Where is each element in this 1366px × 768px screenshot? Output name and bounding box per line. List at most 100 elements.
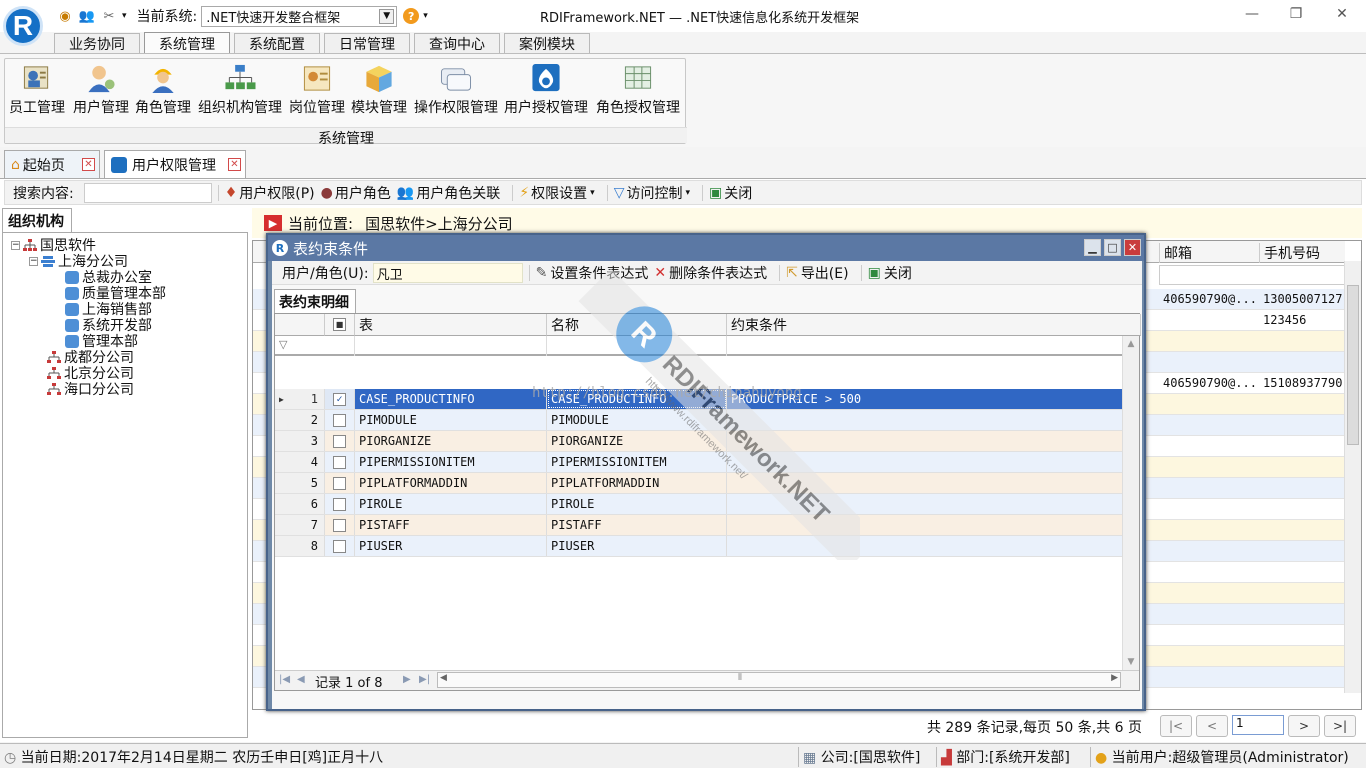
select-all-header[interactable]: ■ — [325, 314, 355, 336]
role-admin-button[interactable]: 角色管理 — [133, 61, 193, 117]
scroll-down-icon[interactable]: ▼ — [1123, 654, 1139, 670]
vertical-scrollbar[interactable]: ▲ ▼ — [1122, 336, 1139, 670]
module-admin-button[interactable]: 模块管理 — [349, 61, 409, 117]
prev-page-button[interactable]: < — [1196, 715, 1228, 737]
scroll-grip-icon[interactable]: ⦀ — [738, 673, 742, 683]
row-checkbox-cell[interactable] — [325, 431, 355, 451]
row-checkbox-cell[interactable]: ✓ — [325, 389, 355, 409]
last-record-icon[interactable]: ▶| — [419, 674, 430, 685]
table-row[interactable]: 8 PIUSER PIUSER — [275, 536, 1123, 557]
close-button[interactable]: ▣ 关闭 — [709, 183, 752, 203]
table-row[interactable]: 3 PIORGANIZE PIORGANIZE — [275, 431, 1123, 452]
dialog-toolbar-close-button[interactable]: ▣ 关闭 — [868, 263, 912, 283]
chevron-down-icon[interactable]: ▼ — [379, 8, 395, 24]
ribbon-tab-system-admin[interactable]: 系统管理 — [144, 32, 230, 54]
delete-expression-button[interactable]: ✕ 删除条件表达式 — [654, 263, 767, 283]
filter-row[interactable]: ▽ — [275, 336, 1123, 356]
dialog-title-bar[interactable]: R 表约束条件 — [268, 235, 1144, 261]
row-checkbox-cell[interactable] — [325, 473, 355, 493]
next-page-button[interactable]: > — [1288, 715, 1320, 737]
ribbon-tab-query[interactable]: 查询中心 — [414, 33, 500, 53]
operation-perm-button[interactable]: 操作权限管理 — [413, 61, 499, 117]
user-role-button[interactable]: ● 用户角色 — [321, 183, 391, 203]
next-record-icon[interactable]: ▶ — [403, 674, 411, 685]
row-checkbox[interactable] — [333, 497, 346, 511]
maximize-button[interactable]: ❐ — [1286, 6, 1306, 24]
filter-cell[interactable] — [547, 336, 727, 356]
vertical-scrollbar[interactable] — [1344, 261, 1361, 693]
row-checkbox-cell[interactable] — [325, 515, 355, 535]
last-page-button[interactable]: >| — [1324, 715, 1356, 737]
chevron-down-icon[interactable]: ▾ — [122, 11, 127, 21]
scroll-left-icon[interactable]: ◀ — [440, 673, 447, 683]
table-row[interactable]: 4 PIPERMISSIONITEM PIPERMISSIONITEM — [275, 452, 1123, 473]
row-checkbox[interactable] — [333, 539, 346, 553]
column-header-name[interactable]: 名称 — [547, 314, 727, 336]
search-input[interactable] — [83, 182, 212, 203]
chevron-down-icon[interactable]: ▾ — [423, 11, 428, 21]
detail-tab[interactable]: 表约束明细 — [274, 289, 356, 313]
table-row[interactable]: 2 PIMODULE PIMODULE — [275, 410, 1123, 431]
staff-admin-button[interactable]: 员工管理 — [7, 61, 67, 117]
minimize-button[interactable]: — — [1242, 6, 1262, 24]
row-checkbox-cell[interactable] — [325, 494, 355, 514]
page-number-input[interactable]: 1 — [1232, 715, 1284, 735]
column-header-email[interactable]: 邮箱 — [1159, 243, 1259, 263]
collapse-icon[interactable]: − — [11, 240, 20, 250]
app-logo[interactable]: R — [3, 6, 43, 46]
column-header-condition[interactable]: 约束条件 — [727, 314, 1141, 336]
tools-icon[interactable]: ✂ — [100, 7, 118, 25]
row-checkbox[interactable] — [333, 455, 346, 469]
user-permission-button[interactable]: ♦ 用户权限(P) — [225, 183, 315, 203]
dialog-minimize-button[interactable]: ▁ — [1084, 239, 1101, 256]
filter-cell[interactable] — [325, 336, 355, 356]
first-record-icon[interactable]: |◀ — [279, 674, 290, 685]
first-page-button[interactable]: |< — [1160, 715, 1192, 737]
org-admin-button[interactable]: 组织机构管理 — [197, 61, 283, 117]
collapse-icon[interactable]: − — [29, 256, 38, 266]
user-grid-filter-row[interactable] — [1159, 265, 1345, 285]
ribbon-tab-cases[interactable]: 案例模块 — [504, 33, 590, 53]
row-checkbox-cell[interactable] — [325, 536, 355, 556]
post-admin-button[interactable]: 岗位管理 — [287, 61, 347, 117]
horizontal-scrollbar[interactable]: ◀ ⦀ ▶ — [437, 672, 1121, 688]
row-checkbox[interactable] — [333, 476, 346, 490]
role-auth-button[interactable]: 角色授权管理 — [595, 61, 681, 117]
help-icon[interactable]: ? — [403, 8, 420, 24]
tree-node-haikou[interactable]: 海口分公司 — [47, 381, 134, 398]
table-row[interactable]: 7 PISTAFF PISTAFF — [275, 515, 1123, 536]
current-system-select[interactable]: .NET快速开发整合框架 ▼ — [201, 5, 398, 27]
ribbon-tab-business[interactable]: 业务协同 — [54, 33, 140, 53]
user-role-relation-button[interactable]: 👥 用户角色关联 — [397, 183, 500, 203]
user-admin-button[interactable]: 用户管理 — [71, 61, 131, 117]
row-checkbox-cell[interactable] — [325, 452, 355, 472]
access-control-dropdown[interactable]: ▽ 访问控制 ▾ — [614, 183, 690, 203]
dialog-close-button[interactable]: ✕ — [1124, 239, 1141, 256]
select-all-checkbox[interactable]: ■ — [333, 318, 346, 331]
user-auth-button[interactable]: 用户授权管理 — [503, 61, 589, 117]
table-row[interactable]: 5 PIPLATFORMADDIN PIPLATFORMADDIN — [275, 473, 1123, 494]
permission-settings-dropdown[interactable]: ⚡ 权限设置 ▾ — [519, 183, 594, 203]
scroll-thumb[interactable] — [1347, 285, 1359, 445]
column-header-table[interactable]: 表 — [355, 314, 547, 336]
table-row[interactable]: 6 PIROLE PIROLE — [275, 494, 1123, 515]
column-header-phone[interactable]: 手机号码 — [1259, 243, 1345, 263]
ribbon-tab-daily[interactable]: 日常管理 — [324, 33, 410, 53]
user-role-input[interactable]: 凡卫 — [372, 262, 523, 283]
row-checkbox[interactable] — [333, 518, 346, 532]
row-checkbox-cell[interactable] — [325, 410, 355, 430]
scroll-right-icon[interactable]: ▶ — [1111, 673, 1118, 683]
tab-user-permission[interactable]: 用户权限管理 ✕ — [104, 150, 246, 178]
filter-cell[interactable] — [355, 336, 547, 356]
close-tab-icon[interactable]: ✕ — [82, 158, 95, 171]
prev-record-icon[interactable]: ◀ — [297, 674, 305, 685]
row-checkbox[interactable] — [333, 413, 346, 427]
export-button[interactable]: ⇱ 导出(E) — [786, 263, 849, 283]
set-expression-button[interactable]: ✎ 设置条件表达式 — [536, 263, 649, 283]
org-structure-tab[interactable]: 组织机构 — [2, 208, 72, 232]
users-icon[interactable]: 👥 — [78, 7, 96, 25]
tab-start-page[interactable]: ⌂ 起始页 ✕ — [4, 150, 100, 178]
close-tab-icon[interactable]: ✕ — [228, 158, 241, 171]
scroll-up-icon[interactable]: ▲ — [1123, 336, 1139, 352]
close-window-button[interactable]: ✕ — [1332, 6, 1352, 24]
